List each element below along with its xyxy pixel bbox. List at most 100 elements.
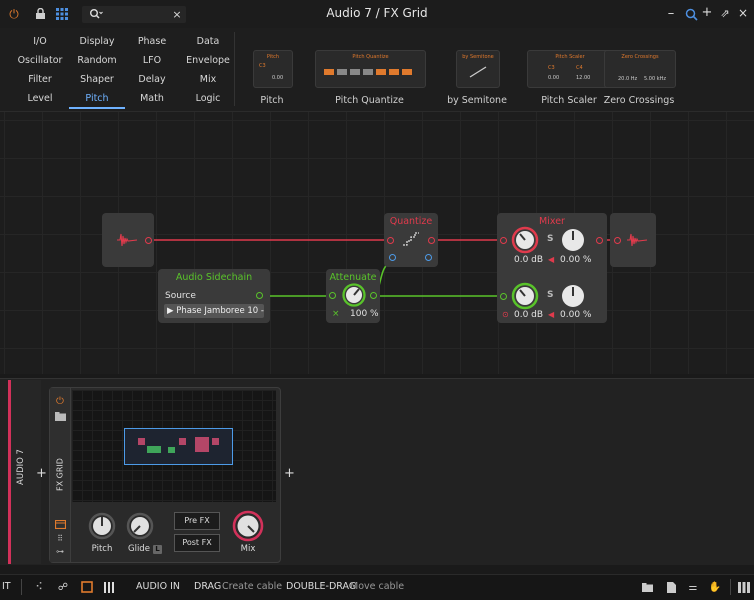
audio-out-module[interactable] [610,213,656,267]
category-delay[interactable]: Delay [122,74,182,85]
quantize-module[interactable]: Quantize [384,213,438,267]
category-data[interactable]: Data [178,36,238,47]
folder-icon[interactable] [53,410,67,422]
mixer-pan-2-knob[interactable] [559,282,587,310]
device-thumb-value: C4 [576,65,583,71]
device-label[interactable]: Pitch Quantize [315,95,424,106]
category-logic[interactable]: Logic [178,93,238,104]
preview-module [147,446,161,453]
quantize-output-port[interactable] [428,237,435,244]
mixer-gain-1-knob[interactable] [511,226,539,254]
mixer-solo-2[interactable]: S [547,290,553,300]
minimize-icon[interactable]: – [664,5,678,21]
mixer-solo-1[interactable]: S [547,234,553,244]
glide-knob[interactable] [126,512,154,540]
category-pitch[interactable]: Pitch [67,93,127,104]
category-oscillator[interactable]: Oscillator [10,55,70,66]
preview-viewport[interactable] [124,428,233,465]
category-shaper[interactable]: Shaper [67,74,127,85]
category-display[interactable]: Display [67,36,127,47]
window-icon[interactable] [53,518,67,530]
device-label[interactable]: Zero Crossings [598,95,680,106]
mixer-gain-2-value: 0.0 dB [514,310,544,320]
pitch-knob[interactable] [88,512,116,540]
quantize-mod-port-1[interactable] [389,254,396,261]
glide-legato-badge[interactable]: L [153,545,162,554]
mix-knob[interactable] [232,510,264,542]
grid-preview[interactable] [72,390,276,502]
divider [21,579,22,595]
pre-fx-button[interactable]: Pre FX [174,512,220,530]
meter-icon[interactable] [102,580,116,594]
sidechain-output-port[interactable] [256,292,263,299]
mixer-module[interactable]: Mixer S 0.0 dB ◀ 0.00 % S ⊙ 0.0 dB ◀ 0.0… [497,213,607,323]
mixer-mod-icon[interactable]: ⊙ [502,310,509,319]
close-icon[interactable]: × [736,5,750,21]
routing-icon[interactable]: ⊶ [53,545,67,557]
pitch-label: Pitch [91,544,113,554]
device-thumb-pitch-quantize[interactable]: Pitch Quantize [315,50,426,88]
post-fx-button[interactable]: Post FX [174,534,220,552]
mixer-sliders-icon[interactable]: ⚌ [686,580,700,594]
category-random[interactable]: Random [67,55,127,66]
sidechain-source-dropdown[interactable]: ▶ Phase Jamboree 10 - ▾ [164,304,264,318]
device-thumb-pitch[interactable]: Pitch C3 0.00 [253,50,293,88]
file-icon[interactable] [664,580,678,594]
attenuate-amount-knob[interactable] [342,283,366,307]
zoom-icon[interactable] [684,6,698,22]
category-lfo[interactable]: LFO [122,55,182,66]
waveform-icon [116,231,138,249]
category-filter[interactable]: Filter [10,74,70,85]
modulators-icon[interactable]: ⠿ [53,532,67,544]
mixer-output-port[interactable] [596,237,603,244]
note-toggle-row [324,69,412,75]
mixer-gain-2-knob[interactable] [511,282,539,310]
device-thumb-pitch-scaler[interactable]: Pitch Scaler C3 C4 0.00 12.00 [527,50,613,88]
device-thumb-value: 0.00 [272,75,284,81]
category-mix[interactable]: Mix [178,74,238,85]
link-icon[interactable]: ☍ [56,580,70,594]
quantize-input-port[interactable] [387,237,394,244]
device-label[interactable]: Pitch [250,95,294,106]
add-icon[interactable]: + [700,4,714,20]
device-thumb-value: 5.00 kHz [644,76,667,82]
status-bar: IT ⠪ ☍ AUDIO IN DRAG Create cable DOUBLE… [0,574,754,600]
audio-out-input-port[interactable] [614,237,621,244]
hand-icon[interactable]: ✋ [708,580,722,594]
attenuate-output-port[interactable] [370,292,377,299]
audio-in-output-port[interactable] [145,237,152,244]
audio-sidechain-module[interactable]: Audio Sidechain Source ▶ Phase Jamboree … [158,269,270,323]
device-thumb-by-semitone[interactable]: by Semitone [456,50,500,88]
add-device-left-button[interactable]: + [36,466,47,481]
mixer-input-1-port[interactable] [500,237,507,244]
category-level[interactable]: Level [10,93,70,104]
staircase-icon [400,229,422,249]
note-input-icon[interactable]: ⠪ [32,580,46,594]
mixer-pan-1-knob[interactable] [559,226,587,254]
folder-icon[interactable] [640,580,654,594]
fx-grid-device[interactable]: ⏻ FX GRID ⠿ ⊶ Pitch Glide L Pre FX Post … [49,387,281,563]
device-power-icon[interactable]: ⏻ [53,394,67,408]
panel-toggle-icon[interactable] [80,580,94,594]
track-header[interactable]: AUDIO 7 + [8,380,47,564]
category-i/o[interactable]: I/O [10,36,70,47]
quantize-mod-port-2[interactable] [425,254,432,261]
device-thumb-zero-crossings[interactable]: Zero Crossings 20.0 Hz 5.00 kHz [604,50,676,88]
audio-in-module[interactable] [102,213,154,267]
add-device-right-button[interactable]: + [284,466,295,481]
category-math[interactable]: Math [122,93,182,104]
fx-grid-canvas[interactable]: Quantize Mixer S 0.0 dB ◀ 0.00 % S ⊙ 0.0… [0,112,754,374]
device-label[interactable]: by Semitone [440,95,514,106]
piano-icon[interactable] [737,580,751,594]
attenuate-invert-toggle[interactable]: × [332,309,340,319]
attenuate-input-port[interactable] [329,292,336,299]
category-phase[interactable]: Phase [122,36,182,47]
category-envelope[interactable]: Envelope [178,55,238,66]
device-thumb-title: Zero Crossings [621,54,659,60]
mix-label: Mix [240,544,256,554]
track-name-wrap: AUDIO 7 [13,440,27,500]
mixer-input-2-port[interactable] [500,293,507,300]
popout-icon[interactable]: ⇗ [718,5,732,21]
attenuate-module[interactable]: Attenuate × 100 % [326,269,380,323]
device-name: FX GRID [55,458,65,491]
